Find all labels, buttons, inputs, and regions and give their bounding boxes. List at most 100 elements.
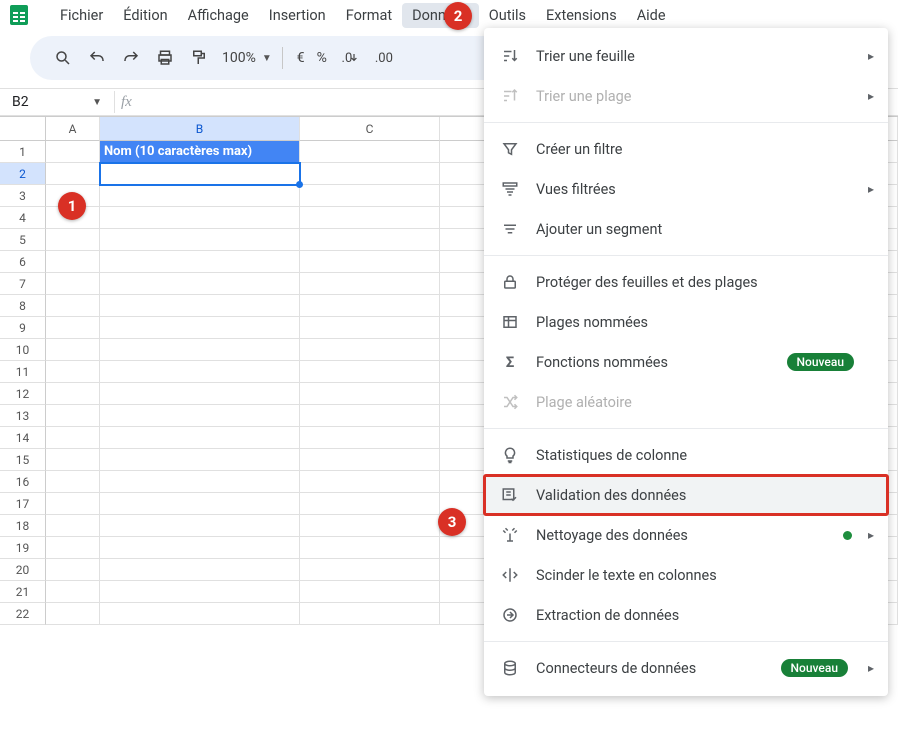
cell[interactable]	[46, 515, 100, 537]
cell[interactable]	[100, 537, 300, 559]
menu-edition[interactable]: Édition	[113, 3, 177, 28]
menu-insertion[interactable]: Insertion	[259, 3, 336, 28]
cell[interactable]	[100, 515, 300, 537]
cell[interactable]	[300, 449, 440, 471]
menu-plages-nommees[interactable]: Plages nommées	[484, 302, 888, 342]
row-header[interactable]: 14	[0, 427, 46, 449]
cell[interactable]	[100, 295, 300, 317]
cell[interactable]	[300, 405, 440, 427]
increase-decimal-icon[interactable]: .00	[369, 43, 399, 73]
cell[interactable]	[46, 405, 100, 427]
cell[interactable]	[100, 449, 300, 471]
menu-connecteurs[interactable]: Connecteurs de données Nouveau ▸	[484, 648, 888, 688]
menu-extraction[interactable]: Extraction de données	[484, 595, 888, 635]
cell[interactable]	[46, 383, 100, 405]
cell[interactable]	[100, 229, 300, 251]
menu-creer-filtre[interactable]: Créer un filtre	[484, 129, 888, 169]
cell[interactable]	[46, 251, 100, 273]
menu-aide[interactable]: Aide	[627, 3, 676, 28]
cell[interactable]	[100, 361, 300, 383]
cell[interactable]	[46, 273, 100, 295]
menu-trier-feuille[interactable]: Trier une feuille ▸	[484, 36, 888, 76]
cell[interactable]	[100, 493, 300, 515]
cell[interactable]	[100, 383, 300, 405]
cell[interactable]	[100, 603, 300, 625]
row-header[interactable]: 15	[0, 449, 46, 471]
cell[interactable]	[100, 207, 300, 229]
cell[interactable]	[300, 537, 440, 559]
print-icon[interactable]	[150, 43, 180, 73]
cell[interactable]	[46, 229, 100, 251]
cell[interactable]	[300, 493, 440, 515]
row-header[interactable]: 12	[0, 383, 46, 405]
cell[interactable]	[46, 295, 100, 317]
cell[interactable]	[300, 141, 440, 163]
cell[interactable]	[300, 163, 440, 185]
cell[interactable]	[300, 273, 440, 295]
menu-proteger[interactable]: Protéger des feuilles et des plages	[484, 262, 888, 302]
cell[interactable]	[46, 471, 100, 493]
cell[interactable]	[100, 185, 300, 207]
menu-nettoyage[interactable]: Nettoyage des données ▸	[484, 515, 888, 555]
row-header[interactable]: 8	[0, 295, 46, 317]
col-header-a[interactable]: A	[46, 117, 100, 141]
cell[interactable]	[300, 383, 440, 405]
cell[interactable]	[100, 339, 300, 361]
cell[interactable]	[100, 559, 300, 581]
percent-format-button[interactable]: %	[313, 50, 331, 66]
row-header[interactable]: 2	[0, 163, 46, 185]
cell[interactable]	[300, 229, 440, 251]
cell[interactable]	[46, 603, 100, 625]
menu-scinder[interactable]: Scinder le texte en colonnes	[484, 555, 888, 595]
row-header[interactable]: 4	[0, 207, 46, 229]
cell[interactable]	[300, 581, 440, 603]
cell[interactable]	[300, 427, 440, 449]
cell[interactable]	[46, 427, 100, 449]
fill-handle[interactable]	[296, 181, 303, 188]
cell[interactable]	[100, 471, 300, 493]
col-header-c[interactable]: C	[300, 117, 440, 141]
name-box[interactable]: B2 ▼	[8, 94, 108, 110]
cell[interactable]	[300, 559, 440, 581]
cell[interactable]: Nom (10 caractères max)	[100, 141, 300, 163]
cell[interactable]	[46, 537, 100, 559]
cell[interactable]	[46, 339, 100, 361]
cell[interactable]	[100, 427, 300, 449]
cell[interactable]	[46, 449, 100, 471]
row-header[interactable]: 21	[0, 581, 46, 603]
row-header[interactable]: 3	[0, 185, 46, 207]
select-all-corner[interactable]	[0, 117, 46, 141]
row-header[interactable]: 9	[0, 317, 46, 339]
cell[interactable]	[100, 405, 300, 427]
row-header[interactable]: 11	[0, 361, 46, 383]
row-header[interactable]: 19	[0, 537, 46, 559]
cell[interactable]	[300, 471, 440, 493]
cell[interactable]	[100, 317, 300, 339]
menu-format[interactable]: Format	[336, 3, 402, 28]
redo-icon[interactable]	[116, 43, 146, 73]
cell[interactable]	[300, 185, 440, 207]
row-header[interactable]: 20	[0, 559, 46, 581]
currency-format-button[interactable]: €	[293, 50, 309, 66]
undo-icon[interactable]	[82, 43, 112, 73]
cell[interactable]	[300, 317, 440, 339]
cell[interactable]	[46, 493, 100, 515]
cell[interactable]	[46, 581, 100, 603]
cell[interactable]	[300, 251, 440, 273]
menu-validation-donnees[interactable]: Validation des données	[484, 475, 888, 515]
zoom-select[interactable]: 100% ▼	[218, 50, 272, 66]
menu-outils[interactable]: Outils	[479, 3, 536, 28]
cell[interactable]	[100, 251, 300, 273]
menu-vues-filtrees[interactable]: Vues filtrées ▸	[484, 169, 888, 209]
menu-fonctions-nommees[interactable]: Σ Fonctions nommées Nouveau	[484, 342, 888, 382]
row-header[interactable]: 6	[0, 251, 46, 273]
row-header[interactable]: 22	[0, 603, 46, 625]
menu-affichage[interactable]: Affichage	[178, 3, 259, 28]
cell[interactable]	[300, 207, 440, 229]
row-header[interactable]: 18	[0, 515, 46, 537]
row-header[interactable]: 17	[0, 493, 46, 515]
row-header[interactable]: 10	[0, 339, 46, 361]
menu-extensions[interactable]: Extensions	[536, 3, 627, 28]
cell[interactable]	[300, 295, 440, 317]
row-header[interactable]: 7	[0, 273, 46, 295]
